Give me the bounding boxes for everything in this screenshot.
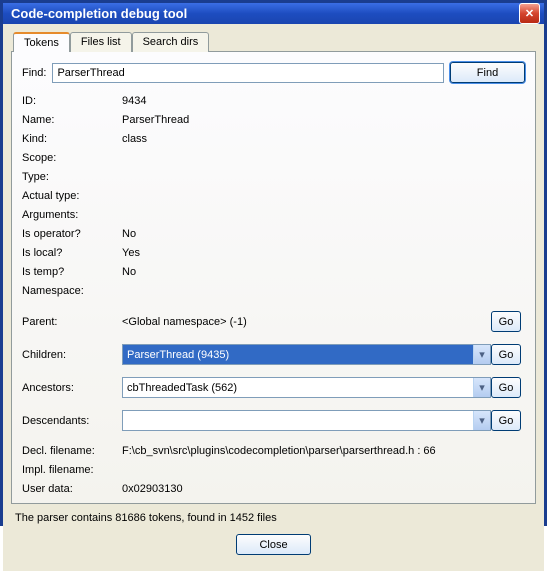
val-type [122, 175, 525, 179]
lbl-islocal: Is local? [22, 245, 122, 261]
val-kind: class [122, 131, 525, 147]
find-input[interactable] [52, 63, 444, 83]
val-ns [122, 289, 525, 293]
window: Code-completion debug tool ✕ Tokens File… [0, 0, 547, 526]
lbl-ns: Namespace: [22, 283, 122, 299]
titlebar: Code-completion debug tool ✕ [3, 3, 544, 24]
lbl-istemp: Is temp? [22, 264, 122, 280]
lbl-desc: Descendants: [22, 413, 122, 429]
val-decl: F:\cb_svn\src\plugins\codecompletion\par… [122, 443, 525, 459]
details-grid: ID: 9434 Name: ParserThread Kind: class … [22, 93, 525, 497]
descendants-go-button[interactable]: Go [491, 410, 521, 431]
val-name: ParserThread [122, 112, 525, 128]
ancestors-go-button[interactable]: Go [491, 377, 521, 398]
lbl-args: Arguments: [22, 207, 122, 223]
chevron-down-icon[interactable]: ▾ [473, 345, 490, 364]
client-area: Tokens Files list Search dirs Find: Find… [3, 24, 544, 571]
val-isop: No [122, 226, 525, 242]
tab-tokens[interactable]: Tokens [13, 32, 70, 52]
lbl-type: Type: [22, 169, 122, 185]
window-title: Code-completion debug tool [11, 6, 519, 21]
close-icon[interactable]: ✕ [519, 3, 540, 24]
chevron-down-icon[interactable]: ▾ [473, 411, 490, 430]
ancestors-combo[interactable]: cbThreadedTask (562) ▾ [122, 377, 491, 398]
parent-go-button[interactable]: Go [491, 311, 521, 332]
val-actual [122, 194, 525, 198]
lbl-impl: Impl. filename: [22, 462, 122, 478]
val-islocal: Yes [122, 245, 525, 261]
lbl-scope: Scope: [22, 150, 122, 166]
lbl-parent: Parent: [22, 314, 122, 330]
children-go-button[interactable]: Go [491, 344, 521, 365]
find-label: Find: [22, 67, 46, 79]
tab-search-dirs[interactable]: Search dirs [132, 32, 210, 52]
tabpane-tokens: Find: Find ID: 9434 Name: ParserThread K… [11, 51, 536, 504]
lbl-kind: Kind: [22, 131, 122, 147]
val-udata: 0x02903130 [122, 481, 525, 497]
status-text: The parser contains 81686 tokens, found … [11, 504, 536, 530]
val-args [122, 213, 525, 217]
val-scope [122, 156, 525, 160]
children-combo[interactable]: ParserThread (9435) ▾ [122, 344, 491, 365]
tab-files-list[interactable]: Files list [70, 32, 132, 52]
lbl-id: ID: [22, 93, 122, 109]
val-istemp: No [122, 264, 525, 280]
lbl-isop: Is operator? [22, 226, 122, 242]
chevron-down-icon[interactable]: ▾ [473, 378, 490, 397]
children-combo-text: ParserThread (9435) [123, 345, 473, 364]
ancestors-combo-text: cbThreadedTask (562) [123, 378, 473, 397]
lbl-decl: Decl. filename: [22, 443, 122, 459]
val-impl [122, 468, 525, 472]
find-button[interactable]: Find [450, 62, 525, 83]
lbl-actual: Actual type: [22, 188, 122, 204]
lbl-ancestors: Ancestors: [22, 380, 122, 396]
descendants-combo[interactable]: ▾ [122, 410, 491, 431]
val-id: 9434 [122, 93, 525, 109]
descendants-combo-text [123, 411, 473, 430]
lbl-name: Name: [22, 112, 122, 128]
val-parent: <Global namespace> (-1) [122, 316, 247, 328]
lbl-udata: User data: [22, 481, 122, 497]
close-button[interactable]: Close [236, 534, 311, 555]
tabstrip: Tokens Files list Search dirs [11, 32, 536, 52]
lbl-children: Children: [22, 347, 122, 363]
